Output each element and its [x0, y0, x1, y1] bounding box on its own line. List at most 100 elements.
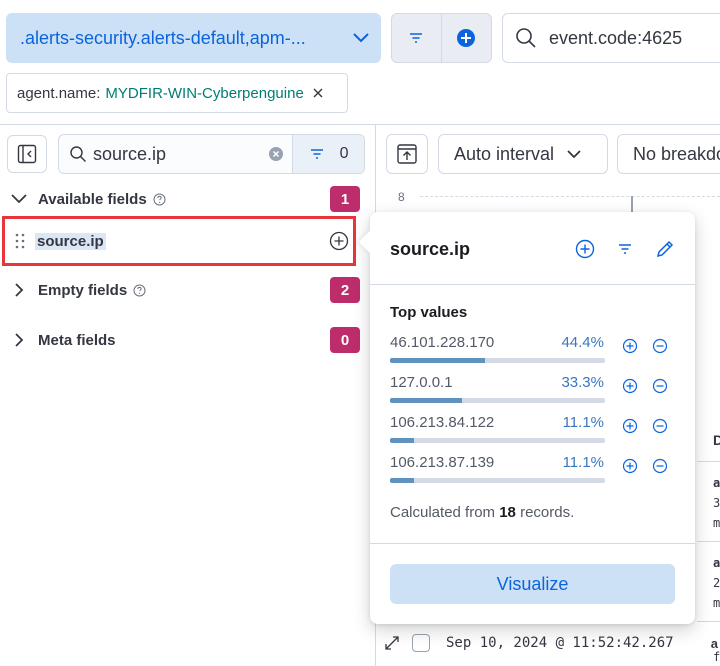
meta-fields-group[interactable]: Meta fields 0 — [10, 325, 360, 355]
row-text: a — [713, 556, 720, 570]
popover-title: source.ip — [390, 238, 471, 259]
clear-icon[interactable] — [268, 146, 284, 162]
top-value-label: 106.213.87.139 — [390, 454, 495, 471]
field-search-input[interactable]: source.ip — [93, 144, 268, 165]
question-icon — [133, 284, 146, 297]
available-fields-group[interactable]: Available fields 1 — [10, 184, 360, 214]
empty-fields-count: 2 — [330, 277, 360, 303]
data-view-picker[interactable]: .alerts-security.alerts-default,apm-... — [6, 13, 381, 63]
interval-label: Auto interval — [454, 143, 555, 164]
chevron-down-icon — [341, 32, 381, 44]
popover-divider — [370, 284, 695, 285]
top-value-bar — [390, 438, 605, 443]
close-icon[interactable] — [312, 87, 324, 99]
row-divider — [697, 541, 720, 542]
top-value-bar — [390, 358, 605, 363]
filter-icon — [310, 149, 323, 159]
filter-menu-button[interactable] — [392, 14, 442, 62]
row-text: 2 — [713, 576, 720, 590]
popover-header: source.ip — [390, 234, 675, 264]
calc-prefix: Calculated from — [390, 504, 496, 521]
data-view-label: .alerts-security.alerts-default,apm-... — [20, 27, 306, 48]
empty-fields-group[interactable]: Empty fields 2 — [10, 275, 360, 305]
collapse-sidebar-button[interactable] — [7, 135, 47, 173]
toolbar-divider — [0, 124, 720, 125]
field-filter-count: 0 — [339, 145, 349, 162]
row-text: a — [713, 476, 720, 490]
add-field-icon[interactable] — [575, 239, 595, 259]
drag-handle-icon[interactable] — [15, 233, 25, 249]
top-value-percent: 11.1% — [562, 414, 604, 431]
top-value-bar-fill — [390, 358, 486, 363]
plus-in-circle-icon — [457, 29, 476, 47]
breakdown-select[interactable]: No breakdo — [617, 134, 720, 174]
calculated-from-note: Calculated from 18 records. — [390, 504, 574, 521]
filter-pill-value: MYDFIR-WIN-Cyberpenguine — [105, 84, 304, 102]
visualize-button[interactable]: Visualize — [390, 564, 675, 604]
top-value-bar — [390, 398, 605, 403]
top-value-row: 106.213.84.122 11.1% — [390, 414, 675, 450]
meta-fields-label: Meta fields — [38, 331, 116, 349]
row-text: m — [713, 596, 720, 610]
empty-fields-label: Empty fields — [38, 281, 128, 299]
minus-in-circle-icon[interactable] — [652, 378, 668, 394]
filter-pill[interactable]: agent.name: MYDFIR-WIN-Cyberpenguine — [6, 73, 348, 113]
interval-select[interactable]: Auto interval — [438, 134, 608, 174]
question-icon — [153, 193, 166, 206]
collapse-sidebar-icon — [17, 144, 37, 164]
minus-in-circle-icon[interactable] — [652, 338, 668, 354]
expand-icon[interactable] — [384, 635, 400, 651]
chevron-right-icon — [15, 283, 24, 297]
filter-icon[interactable] — [617, 243, 633, 255]
document-column-header: D — [713, 432, 720, 448]
table-row: Sep 10, 2024 @ 11:52:42.267 a — [378, 626, 720, 660]
search-icon — [69, 145, 87, 163]
plus-in-circle-icon[interactable] — [622, 378, 638, 394]
pencil-icon[interactable] — [655, 239, 675, 259]
query-text: event.code:4625 — [549, 27, 683, 48]
chevron-down-icon — [11, 194, 27, 204]
search-icon — [516, 28, 536, 48]
top-value-bar — [390, 478, 605, 483]
top-value-label: 127.0.0.1 — [390, 374, 453, 391]
row-text: 3 — [713, 496, 720, 510]
plus-in-circle-icon[interactable] — [622, 418, 638, 434]
chevron-right-icon — [15, 333, 24, 347]
top-value-percent: 11.1% — [562, 454, 604, 471]
top-value-label: 46.101.228.170 — [390, 334, 495, 351]
plus-in-circle-icon[interactable] — [622, 338, 638, 354]
top-value-bar-fill — [390, 478, 414, 483]
popover-arrow — [358, 230, 382, 254]
field-filter-button[interactable]: 0 — [292, 135, 364, 173]
field-item-source-ip[interactable]: source.ip — [2, 216, 356, 266]
field-search: source.ip 0 — [58, 134, 365, 174]
plus-in-circle-icon[interactable] — [622, 458, 638, 474]
minus-in-circle-icon[interactable] — [652, 418, 668, 434]
breakdown-label: No breakdo — [633, 143, 720, 164]
top-value-row: 46.101.228.170 44.4% — [390, 334, 675, 370]
row-text: m — [713, 516, 720, 530]
calc-suffix: records. — [520, 504, 575, 521]
minus-in-circle-icon[interactable] — [652, 458, 668, 474]
top-value-percent: 33.3% — [561, 374, 604, 391]
chart-collapse-icon — [397, 144, 417, 164]
chart-toggle-button[interactable] — [386, 134, 428, 174]
top-value-bar-fill — [390, 438, 414, 443]
filter-icon — [410, 33, 423, 43]
row-divider — [697, 461, 720, 462]
top-value-bar-fill — [390, 398, 462, 403]
y-axis-tick: 8 — [398, 190, 405, 204]
chart-gridline — [420, 196, 720, 197]
popover-divider — [370, 543, 695, 544]
top-value-row: 106.213.87.139 11.1% — [390, 454, 675, 490]
top-value-label: 106.213.84.122 — [390, 414, 495, 431]
meta-fields-count: 0 — [330, 327, 360, 353]
add-field-icon[interactable] — [329, 231, 349, 251]
query-bar[interactable]: event.code:4625 — [502, 13, 720, 63]
row-checkbox[interactable] — [412, 634, 430, 652]
add-filter-button[interactable] — [442, 14, 492, 62]
available-fields-count: 1 — [330, 186, 360, 212]
top-value-percent: 44.4% — [561, 334, 604, 351]
row-timestamp: Sep 10, 2024 @ 11:52:42.267 — [446, 635, 674, 651]
row-divider — [697, 621, 720, 622]
